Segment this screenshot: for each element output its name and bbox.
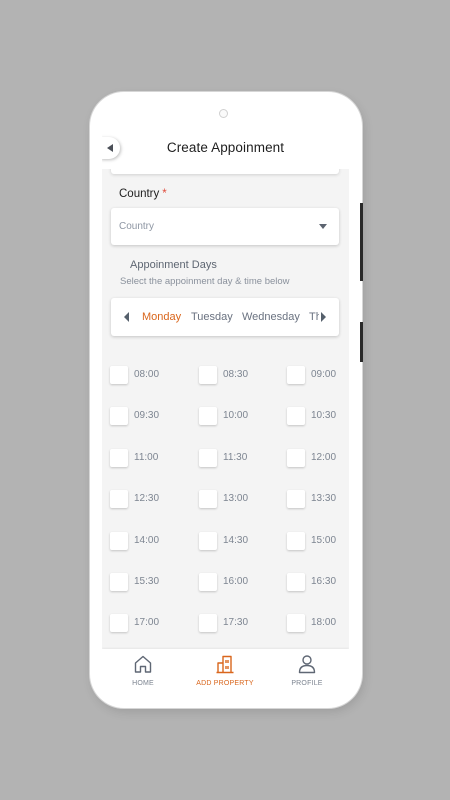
country-select[interactable]: Country <box>111 208 339 245</box>
time-slot[interactable]: 16:30 <box>287 573 347 593</box>
time-slot-label: 17:30 <box>223 617 249 629</box>
time-slot-label: 10:00 <box>223 410 249 422</box>
time-slot-checkbox[interactable] <box>199 366 217 384</box>
day-tab-wednesday[interactable]: Wednesday <box>242 311 300 323</box>
time-slot-label: 09:30 <box>134 410 160 422</box>
time-slot[interactable]: 09:00 <box>287 366 347 386</box>
power-button <box>360 322 363 362</box>
time-slot[interactable]: 15:30 <box>110 573 170 593</box>
prev-day-arrow-icon[interactable] <box>124 312 129 322</box>
country-label: Country * <box>119 188 167 200</box>
time-slot-checkbox[interactable] <box>199 407 217 426</box>
time-slot-checkbox[interactable] <box>199 531 217 550</box>
time-slot-label: 15:30 <box>134 576 160 587</box>
front-camera <box>219 109 228 118</box>
time-slot-checkbox[interactable] <box>287 531 305 550</box>
time-slot-checkbox[interactable] <box>199 614 217 633</box>
time-slot-checkbox[interactable] <box>110 448 128 467</box>
dropdown-caret-icon <box>319 224 327 229</box>
nav-label-home: HOME <box>132 680 154 687</box>
time-slot-label: 11:30 <box>223 451 248 463</box>
user-icon <box>298 655 316 674</box>
time-slot-checkbox[interactable] <box>199 448 217 467</box>
time-slot[interactable]: 16:00 <box>199 573 259 593</box>
time-slot[interactable]: 10:00 <box>199 407 259 427</box>
time-slot-checkbox[interactable] <box>287 366 305 384</box>
time-slot-checkbox[interactable] <box>287 407 305 426</box>
time-slot-checkbox[interactable] <box>110 573 128 591</box>
time-slot-checkbox[interactable] <box>110 490 128 509</box>
time-slot-checkbox[interactable] <box>287 490 305 509</box>
time-slot-label: 16:00 <box>223 576 249 587</box>
page-title: Create Appoinment <box>166 140 285 155</box>
day-tab-monday[interactable]: Monday <box>142 311 181 323</box>
bottom-nav: HOME ADD PROPERTY PROFILE <box>102 649 349 699</box>
time-slot-label: 10:30 <box>311 410 337 422</box>
day-tab-thursday[interactable]: Th <box>309 311 319 323</box>
app-screen: Create Appoinment Country * Country Appoi… <box>102 131 349 699</box>
time-slot[interactable]: 13:00 <box>199 490 259 510</box>
time-slot[interactable]: 17:00 <box>110 614 170 634</box>
time-slot[interactable]: 13:30 <box>287 490 347 510</box>
appointment-days-title: Appoinment Days <box>130 259 217 271</box>
time-slot[interactable]: 10:30 <box>287 407 347 427</box>
nav-label-add-property: ADD PROPERTY <box>196 680 254 687</box>
time-slot-label: 11:00 <box>134 451 159 463</box>
time-slot-checkbox[interactable] <box>199 490 217 509</box>
appointment-days-subtitle: Select the appoinment day & time below <box>120 276 290 287</box>
time-slot[interactable]: 17:30 <box>199 614 259 634</box>
time-slot-checkbox[interactable] <box>110 366 128 384</box>
time-slot-checkbox[interactable] <box>199 573 217 591</box>
time-slot-checkbox[interactable] <box>110 407 128 426</box>
building-icon <box>216 655 234 674</box>
time-slot-label: 13:30 <box>311 493 337 505</box>
time-slot[interactable]: 08:30 <box>199 366 259 386</box>
time-slot-checkbox[interactable] <box>287 448 305 467</box>
time-slot[interactable]: 15:00 <box>287 531 347 552</box>
country-placeholder: Country <box>119 221 155 232</box>
time-slot-checkbox[interactable] <box>110 614 128 633</box>
time-slot[interactable]: 14:30 <box>199 531 259 552</box>
time-slot-label: 18:00 <box>311 617 337 629</box>
time-slot-label: 15:00 <box>311 534 337 546</box>
home-icon <box>134 655 152 673</box>
time-slot[interactable]: 11:00 <box>110 448 170 469</box>
days-track: Monday Tuesday Wednesday Th <box>139 298 319 336</box>
day-tab-tuesday[interactable]: Tuesday <box>191 311 233 323</box>
time-slot-checkbox[interactable] <box>287 573 305 591</box>
time-slot-label: 08:00 <box>134 369 160 380</box>
time-slot[interactable]: 18:00 <box>287 614 347 634</box>
top-bar: Create Appoinment <box>102 131 349 169</box>
time-slot-checkbox[interactable] <box>287 614 305 633</box>
time-slot-label: 14:00 <box>134 534 160 546</box>
nav-item-profile[interactable]: PROFILE <box>266 649 348 699</box>
day-selector: Monday Tuesday Wednesday Th <box>111 298 339 336</box>
time-slot[interactable]: 11:30 <box>199 448 259 469</box>
required-mark: * <box>162 188 167 200</box>
time-slot-label: 08:30 <box>223 369 249 380</box>
time-slot-label: 09:00 <box>311 369 337 380</box>
time-slot-label: 12:00 <box>311 451 337 463</box>
nav-item-add-property[interactable]: ADD PROPERTY <box>184 649 266 699</box>
time-slot-checkbox[interactable] <box>110 531 128 550</box>
time-slot[interactable]: 12:00 <box>287 448 347 469</box>
time-slot-label: 17:00 <box>134 617 160 629</box>
nav-label-profile: PROFILE <box>291 680 323 687</box>
time-slot-label: 16:30 <box>311 576 337 587</box>
time-slot[interactable]: 12:30 <box>110 490 170 510</box>
time-slot-label: 14:30 <box>223 534 249 546</box>
nav-item-home[interactable]: HOME <box>102 649 184 699</box>
time-slot[interactable]: 14:00 <box>110 531 170 552</box>
time-slot[interactable]: 09:30 <box>110 407 170 427</box>
time-slot-label: 13:00 <box>223 493 249 505</box>
next-day-arrow-icon[interactable] <box>321 312 326 322</box>
volume-button <box>360 203 363 281</box>
time-slot[interactable]: 08:00 <box>110 366 170 386</box>
time-slot-label: 12:30 <box>134 493 160 505</box>
